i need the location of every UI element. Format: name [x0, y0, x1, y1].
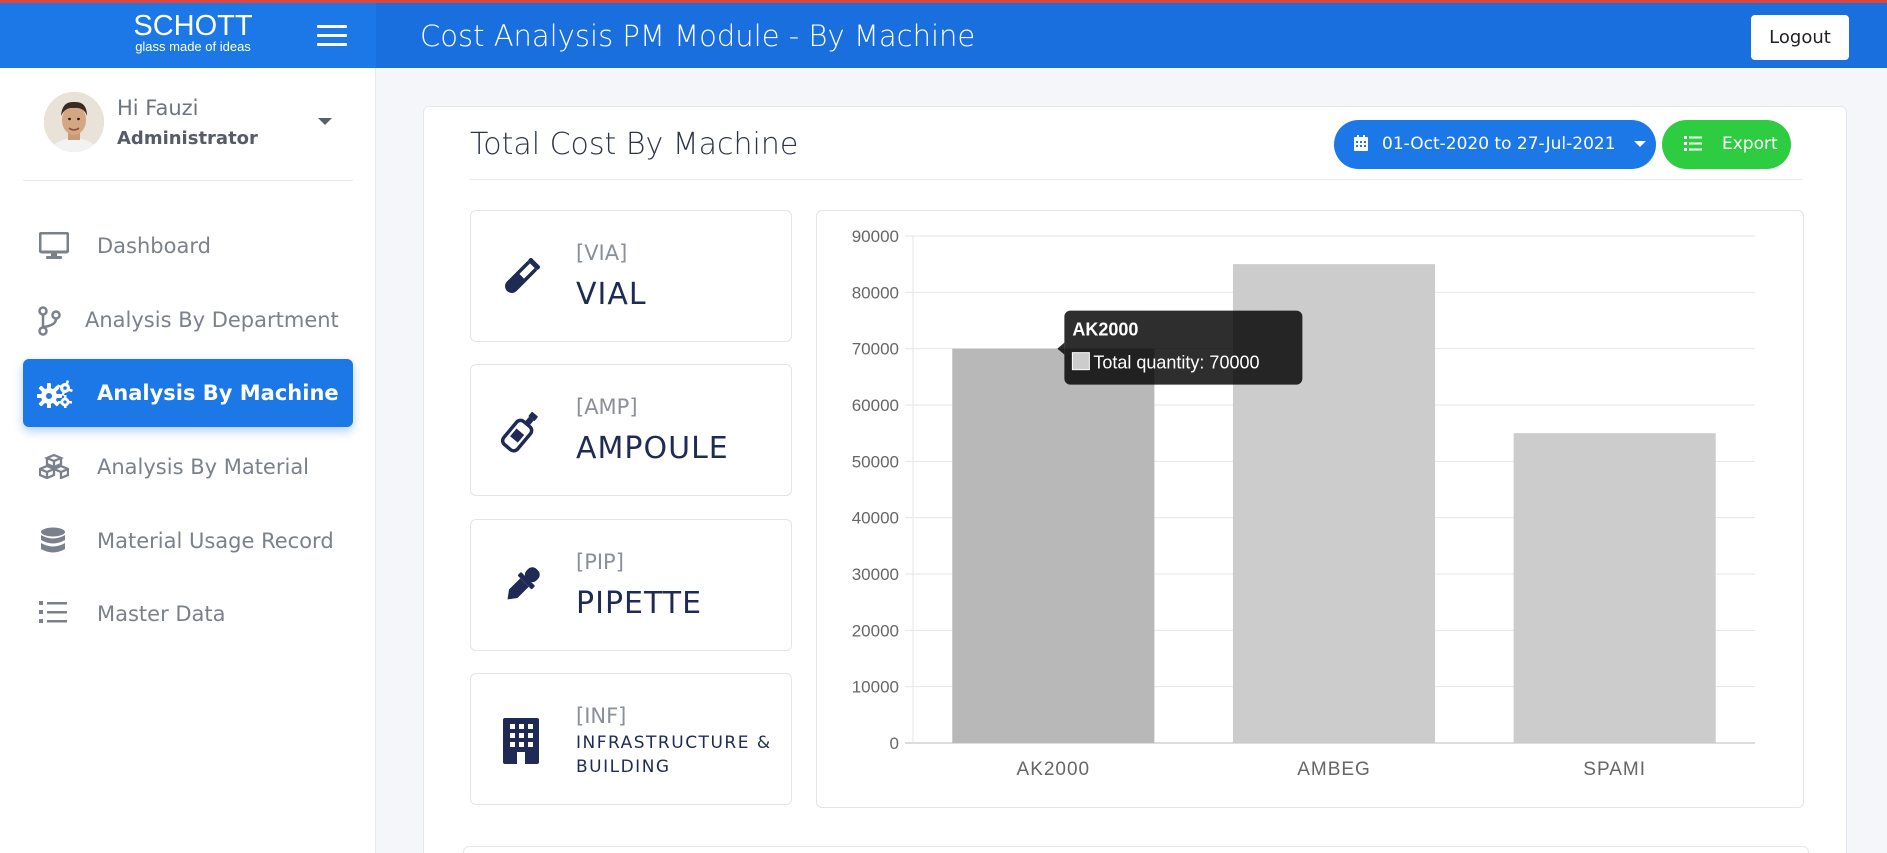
logo-tagline: glass made of ideas — [135, 39, 251, 54]
tile-code: [AMP] — [576, 395, 638, 419]
bar-chart-svg: 0 10000 20000 30000 40000 50000 60000 70000 8000… — [852, 227, 1755, 780]
user-role: Administrator — [117, 128, 258, 149]
tooltip-title: AK2000 — [1072, 320, 1138, 340]
cubes-icon — [37, 453, 71, 481]
page-title: Cost Analysis PM Module - By Machine — [420, 19, 976, 53]
branch-icon — [37, 306, 67, 336]
tile-code: [PIP] — [576, 550, 624, 574]
tile-name: PIPETTE — [576, 586, 703, 621]
tooltip-label: Total quantity: 70000 — [1093, 353, 1259, 373]
gears-icon — [36, 380, 73, 409]
top-bar: SCHOTT glass made of ideas Cost Analysis… — [0, 0, 1887, 68]
sidebar-item-label: Analysis By Material — [97, 455, 310, 479]
sidebar-item-label: Dashboard — [97, 234, 211, 258]
sidebar-item-label: Analysis By Department — [85, 308, 339, 332]
bar-spami — [1513, 433, 1716, 743]
secondary-card — [463, 846, 1809, 853]
brand-area: SCHOTT glass made of ideas — [0, 3, 376, 68]
cost-by-machine-chart: 0 10000 20000 30000 40000 50000 60000 70000 8000… — [816, 210, 1804, 808]
sidebar: Hi Fauzi Administrator Dashboard Analysi… — [0, 68, 376, 853]
card-divider — [470, 179, 1802, 180]
date-range-button[interactable]: 01-Oct-2020 to 27-Jul-2021 — [1334, 120, 1656, 169]
bottle-icon — [498, 408, 544, 454]
sidebar-item-master-data[interactable]: Master Data — [23, 580, 353, 648]
sidebar-item-label: Material Usage Record — [97, 529, 334, 553]
x-tick-label: AK2000 — [1017, 759, 1091, 780]
y-tick-label: 70000 — [852, 340, 899, 359]
y-tick-label: 30000 — [852, 565, 899, 584]
y-tick-label: 60000 — [852, 396, 899, 415]
sidebar-item-label: Master Data — [97, 602, 226, 626]
database-icon — [39, 527, 69, 555]
calendar-icon — [1354, 135, 1368, 156]
user-greeting: Hi Fauzi — [117, 96, 199, 120]
total-cost-card: Total Cost By Machine 01-Oct-2020 to 27-… — [423, 106, 1847, 853]
tile-code: [VIA] — [576, 241, 628, 265]
x-tick-label: AMBEG — [1297, 759, 1371, 780]
building-icon — [501, 718, 547, 764]
monitor-icon — [38, 231, 70, 260]
chevron-down-icon — [1634, 141, 1646, 147]
y-tick-label: 50000 — [852, 452, 899, 471]
card-title: Total Cost By Machine — [470, 127, 799, 162]
logo-wordmark: SCHOTT — [133, 10, 253, 42]
tile-ampoule[interactable]: [AMP] AMPOULE — [470, 364, 792, 496]
sidebar-item-analysis-by-material[interactable]: Analysis By Material — [23, 433, 353, 501]
list-icon — [1684, 136, 1702, 156]
bar-ak2000 — [952, 348, 1155, 743]
y-tick-label: 90000 — [852, 227, 899, 246]
y-tick-label: 40000 — [852, 509, 899, 528]
tile-pipette[interactable]: [PIP] PIPETTE — [470, 519, 792, 651]
tile-name: AMPOULE — [576, 431, 729, 466]
sidebar-divider — [23, 180, 353, 181]
sidebar-item-analysis-by-department[interactable]: Analysis By Department — [23, 286, 353, 354]
tile-vial[interactable]: [VIA] VIAL — [470, 210, 792, 342]
export-button[interactable]: Export — [1662, 120, 1791, 169]
sidebar-item-dashboard[interactable]: Dashboard — [23, 212, 353, 280]
sidebar-item-analysis-by-machine[interactable]: Analysis By Machine — [23, 359, 353, 427]
avatar — [44, 92, 104, 152]
tooltip-swatch — [1071, 352, 1090, 371]
y-tick-label: 80000 — [852, 283, 899, 302]
test-tube-icon — [498, 254, 544, 300]
list-icon — [39, 600, 69, 628]
sidebar-item-material-usage-record[interactable]: Material Usage Record — [23, 507, 353, 575]
y-tick-label: 10000 — [852, 678, 899, 697]
export-label: Export — [1722, 134, 1778, 154]
tile-name: VIAL — [576, 277, 647, 312]
user-profile[interactable]: Hi Fauzi Administrator — [44, 92, 344, 156]
date-range-label: 01-Oct-2020 to 27-Jul-2021 — [1382, 134, 1616, 154]
chevron-down-icon[interactable] — [318, 118, 332, 125]
eyedropper-icon — [498, 563, 544, 609]
y-tick-label: 0 — [890, 734, 899, 753]
sidebar-item-label: Analysis By Machine — [97, 381, 339, 405]
tile-infrastructure-building[interactable]: [INF] INFRASTRUCTURE & BUILDING — [470, 673, 792, 805]
x-tick-label: SPAMI — [1583, 759, 1646, 780]
tile-name: INFRASTRUCTURE & BUILDING — [576, 733, 772, 777]
tile-code: [INF] — [576, 704, 627, 728]
y-tick-label: 20000 — [852, 621, 899, 640]
menu-toggle-icon[interactable] — [317, 25, 347, 47]
logout-button[interactable]: Logout — [1751, 15, 1849, 60]
schott-logo[interactable]: SCHOTT glass made of ideas — [118, 11, 268, 54]
